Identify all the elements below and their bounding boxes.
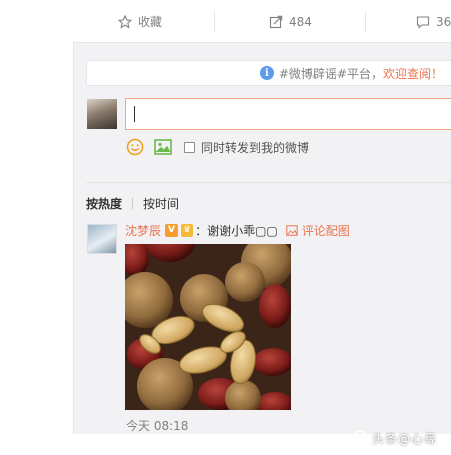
forward-count: 484 <box>289 14 312 29</box>
forward-checkbox-label: 同时转发到我的微博 <box>201 140 310 155</box>
emoji-icon[interactable] <box>126 138 144 156</box>
member-level-icon[interactable]: ♛ <box>181 223 194 237</box>
image-upload-icon[interactable] <box>154 139 172 155</box>
favorite-label: 收藏 <box>138 15 163 29</box>
notice-text[interactable]: #微博辟谣#平台， <box>279 65 383 82</box>
star-icon <box>118 14 132 29</box>
commenter-avatar[interactable] <box>87 224 117 254</box>
toolbar-divider <box>214 11 215 33</box>
comment-pic-link[interactable]: 评论配图 <box>286 222 350 239</box>
post-action-bar: 收藏 484 36 <box>73 0 451 43</box>
comment-sort-tabs: 按热度 按时间 <box>86 195 179 211</box>
picture-icon <box>286 224 298 236</box>
comment-button[interactable]: 36 <box>416 0 451 43</box>
forward-icon <box>269 15 283 28</box>
favorite-button[interactable]: 收藏 <box>118 0 162 43</box>
page-margin <box>0 0 73 455</box>
comment-image[interactable] <box>125 244 291 410</box>
tab-separator <box>132 197 134 209</box>
section-divider <box>86 182 451 183</box>
composer-tools: 同时转发到我的微博 <box>126 138 309 156</box>
forward-button[interactable]: 484 <box>269 0 312 43</box>
source-watermark: 头条@心尋 <box>352 428 437 448</box>
comment-pic-label: 评论配图 <box>301 223 350 238</box>
verified-badge-icon[interactable]: V <box>165 223 179 237</box>
comment-timestamp: 今天 08:18 <box>126 419 189 433</box>
notice-link[interactable]: 欢迎查阅！ <box>383 65 443 82</box>
forward-checkbox[interactable] <box>184 141 195 153</box>
comment-count: 36 <box>436 14 451 29</box>
text-caret <box>134 106 135 122</box>
tab-sort-hot[interactable]: 按热度 <box>86 195 122 212</box>
tab-sort-time[interactable]: 按时间 <box>143 195 179 212</box>
commenter-name[interactable]: 沈梦辰 <box>125 222 161 239</box>
watermark-text: 头条@心尋 <box>372 431 438 446</box>
comment-text: ：谢谢小乖▢▢ <box>195 223 278 238</box>
info-icon: i <box>259 66 274 80</box>
nuts-and-dates-photo <box>125 244 291 410</box>
toutiao-logo-icon <box>352 430 368 446</box>
comment-header: 沈梦辰 V ♛ ：谢谢小乖▢▢ 评论配图 <box>125 222 350 238</box>
toolbar-divider <box>365 11 366 33</box>
my-avatar[interactable] <box>87 99 117 129</box>
rumor-notice-banner: i #微博辟谣#平台， 欢迎查阅！ <box>86 60 451 86</box>
comment-icon <box>416 15 430 29</box>
comment-input[interactable] <box>125 98 451 130</box>
